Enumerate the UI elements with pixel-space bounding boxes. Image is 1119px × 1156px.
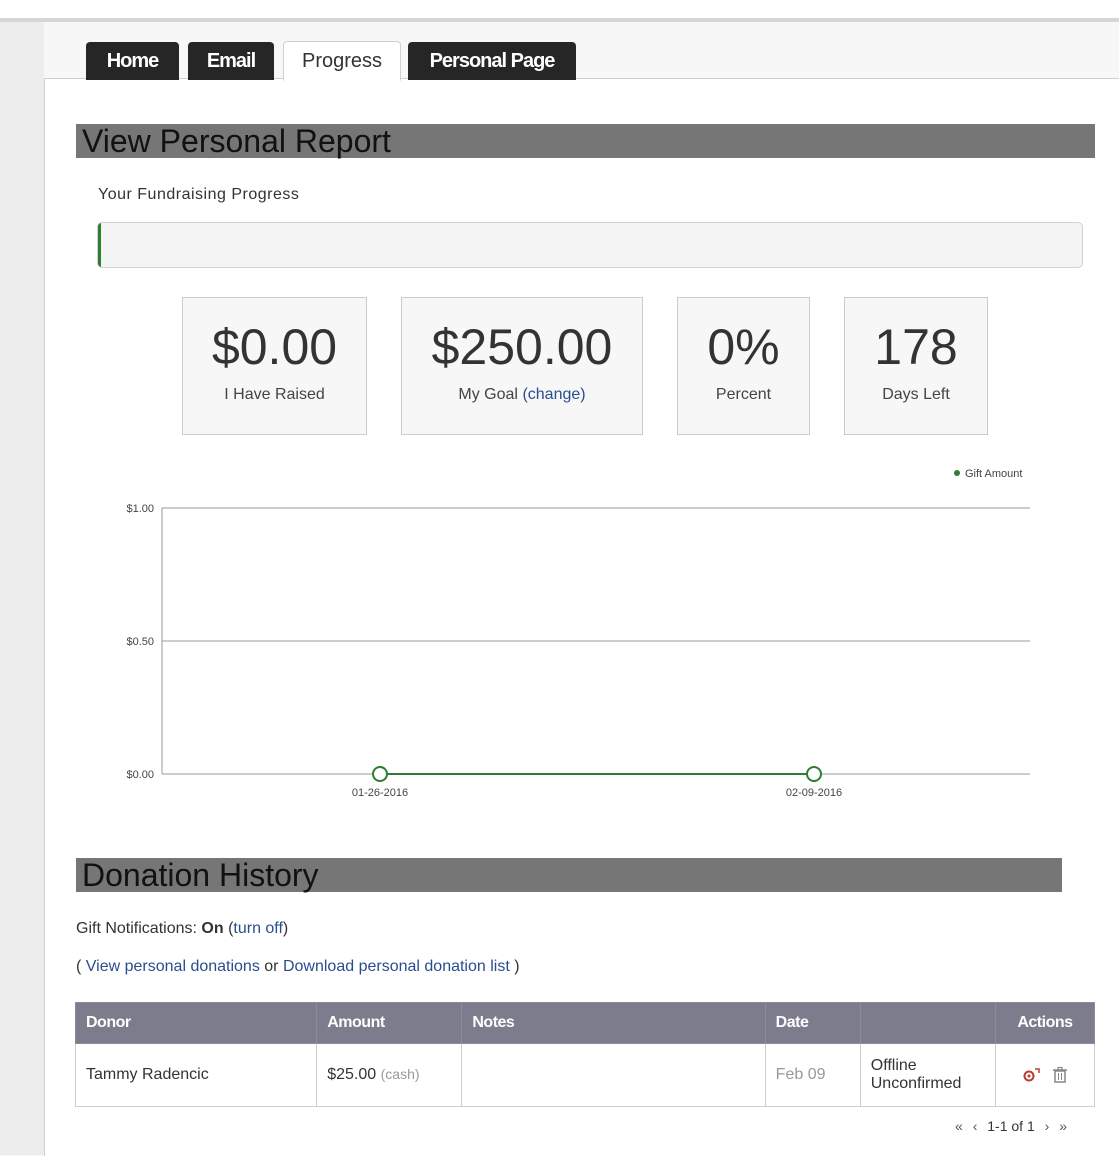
pager-range: 1-1 of 1 <box>987 1118 1035 1134</box>
stat-percent: 0% Percent <box>677 297 810 435</box>
actions-cell <box>994 1043 1096 1107</box>
percent-value: 0% <box>707 319 780 375</box>
col-actions: Actions <box>994 1002 1096 1044</box>
data-point <box>806 766 822 782</box>
tab-progress[interactable]: Progress <box>283 41 401 81</box>
notif-status: On <box>201 920 224 937</box>
progress-label: Your Fundraising Progress <box>98 186 300 203</box>
gift-amount-chart: $0.00 $0.50 $1.00 01-26-2016 02-09-2016 Gift … <box>126 468 1030 799</box>
pager-next[interactable]: › <box>1045 1118 1050 1134</box>
gift-notifications: Gift Notifications: On (turn off) <box>76 920 288 938</box>
pager: « ‹ 1-1 of 1 › » <box>955 1118 1073 1134</box>
view-donations-link[interactable]: View personal donations <box>86 958 260 975</box>
col-amount[interactable]: Amount <box>316 1002 463 1044</box>
tab-personal-page[interactable]: Personal Page <box>408 42 576 80</box>
col-date[interactable]: Date <box>764 1002 861 1044</box>
date-cell: Feb 09 <box>764 1043 861 1107</box>
status-line-1: Offline <box>870 1057 917 1074</box>
donation-history-title: Donation History <box>76 858 1062 892</box>
notes-cell <box>461 1043 766 1107</box>
raised-label: I Have Raised <box>224 386 325 403</box>
pager-prev[interactable]: ‹ <box>973 1118 978 1134</box>
col-donor[interactable]: Donor <box>74 1002 318 1044</box>
links-open: ( <box>76 958 82 975</box>
top-strip <box>0 0 1119 22</box>
goal-label-row: My Goal (change) <box>402 386 642 404</box>
donation-table: Donor Amount Notes Date Actions Tammy Ra… <box>74 1002 1096 1107</box>
x-tick-label: 01-26-2016 <box>352 787 408 799</box>
download-donations-link[interactable]: Download personal donation list <box>283 958 510 975</box>
stat-raised: $0.00 I Have Raised <box>182 297 367 435</box>
days-value: 178 <box>874 319 958 375</box>
col-notes[interactable]: Notes <box>461 1002 766 1044</box>
report-title: View Personal Report <box>76 124 1095 158</box>
amount-value: $25.00 <box>327 1066 377 1083</box>
donation-links: ( View personal donations or Download pe… <box>76 958 520 976</box>
stat-days-left: 178 Days Left <box>844 297 988 435</box>
pager-last[interactable]: » <box>1059 1118 1067 1134</box>
legend-label: Gift Amount <box>965 468 1022 480</box>
days-label: Days Left <box>882 386 950 403</box>
stat-goal: $250.00 My Goal (change) <box>401 297 643 435</box>
table-row: Tammy Radencic $25.00 (cash) Feb 09 Offl… <box>74 1043 1096 1107</box>
links-close: ) <box>514 958 520 975</box>
progress-bar <box>97 222 1083 268</box>
notif-prefix: Gift Notifications: <box>76 920 197 937</box>
left-rail <box>0 22 44 1155</box>
data-point <box>372 766 388 782</box>
trash-icon[interactable] <box>1052 1066 1068 1084</box>
amount-cell: $25.00 (cash) <box>316 1043 463 1107</box>
tab-home[interactable]: Home <box>86 42 179 80</box>
amount-method: (cash) <box>380 1066 420 1082</box>
status-line-2: Unconfirmed <box>870 1075 962 1092</box>
edit-icon[interactable] <box>1022 1066 1042 1084</box>
legend-marker <box>954 470 960 476</box>
table-header-row: Donor Amount Notes Date Actions <box>74 1002 1096 1044</box>
y-tick-label: $0.50 <box>126 636 154 648</box>
goal-value: $250.00 <box>431 319 613 375</box>
turn-off-link[interactable]: turn off <box>233 920 283 937</box>
pager-first[interactable]: « <box>955 1118 963 1134</box>
col-status <box>859 1002 996 1044</box>
y-tick-label: $1.00 <box>126 503 154 515</box>
tab-email[interactable]: Email <box>188 42 274 80</box>
percent-label: Percent <box>715 386 772 403</box>
donor-name: Tammy Radencic <box>74 1043 318 1107</box>
raised-value: $0.00 <box>211 319 338 375</box>
change-goal-link[interactable]: (change) <box>522 386 585 403</box>
notif-close: ) <box>282 920 289 937</box>
x-tick-label: 02-09-2016 <box>786 787 842 799</box>
y-tick-label: $0.00 <box>126 769 154 781</box>
goal-label: My Goal <box>458 386 518 403</box>
progress-fill <box>98 223 101 267</box>
links-or: or <box>264 958 279 975</box>
status-cell: Offline Unconfirmed <box>859 1043 996 1107</box>
